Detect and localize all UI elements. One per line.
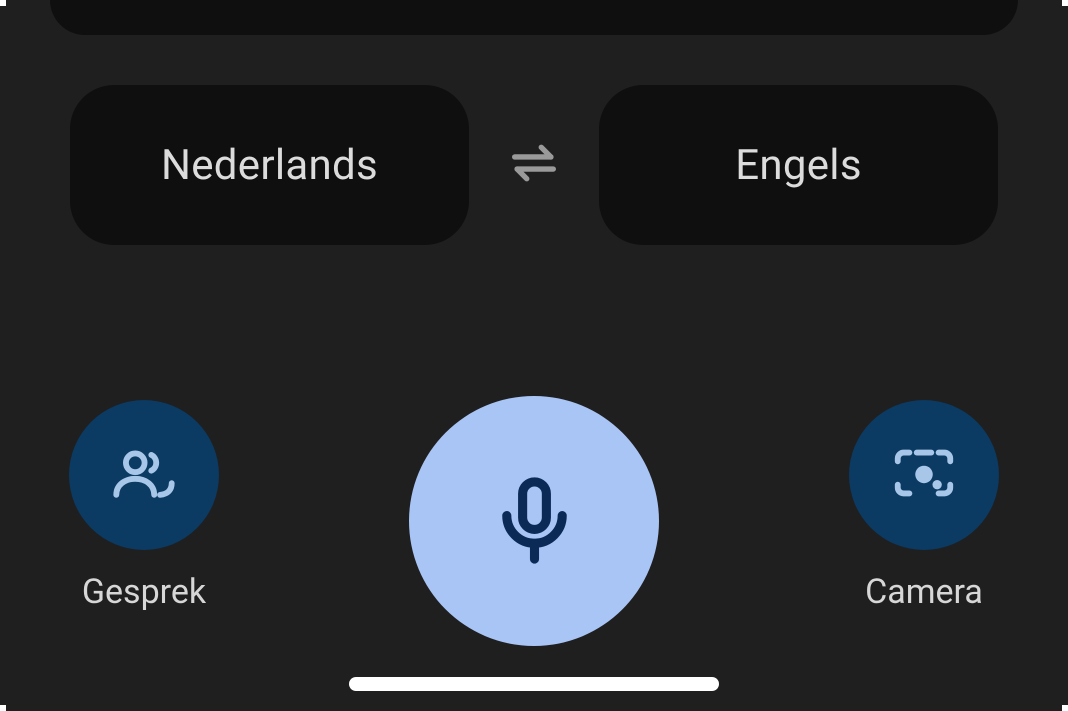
people-icon: [109, 438, 179, 512]
conversation-circle: [69, 400, 219, 550]
swap-horizontal-icon: [505, 134, 563, 196]
camera-button[interactable]: Camera: [849, 400, 999, 612]
corner-decoration: [0, 705, 6, 711]
microphone-icon: [487, 472, 582, 571]
camera-circle: [849, 400, 999, 550]
source-language-button[interactable]: Nederlands: [70, 85, 469, 245]
text-input-card[interactable]: [50, 0, 1018, 35]
camera-label: Camera: [865, 572, 983, 612]
language-selector-row: Nederlands Engels: [70, 85, 998, 245]
camera-lens-icon: [889, 438, 959, 512]
microphone-button[interactable]: [409, 396, 659, 646]
swap-languages-button[interactable]: [499, 130, 569, 200]
conversation-label: Gesprek: [82, 572, 206, 612]
corner-decoration: [1062, 0, 1068, 6]
action-row: Gesprek Came: [0, 396, 1068, 616]
target-language-button[interactable]: Engels: [599, 85, 998, 245]
corner-decoration: [0, 0, 6, 6]
navigation-bar-handle[interactable]: [349, 677, 719, 691]
target-language-label: Engels: [735, 141, 862, 190]
source-language-label: Nederlands: [161, 141, 378, 190]
corner-decoration: [1062, 705, 1068, 711]
conversation-button[interactable]: Gesprek: [69, 400, 219, 612]
